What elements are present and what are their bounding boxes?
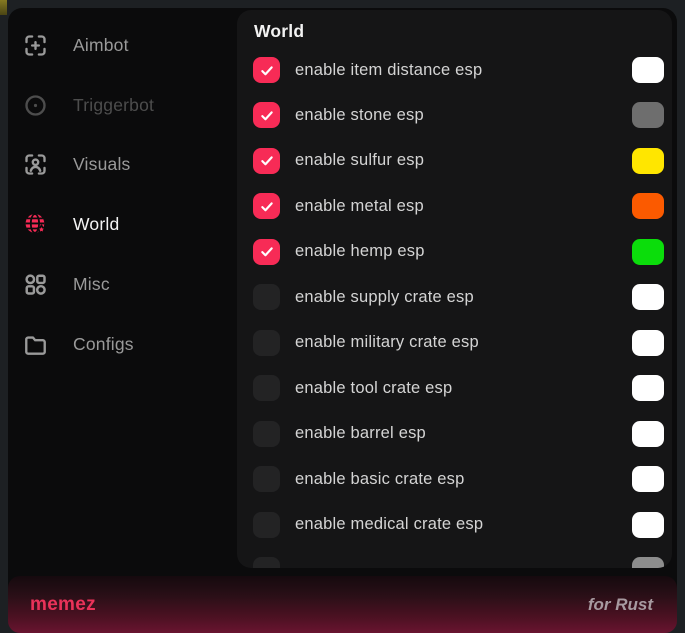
sidebar-item-world[interactable]: World	[22, 206, 222, 242]
page-title: World	[254, 21, 304, 42]
check-icon	[259, 199, 275, 214]
grid-shapes-icon	[22, 271, 49, 298]
checkbox-checked[interactable]	[253, 239, 280, 265]
checkbox-unchecked[interactable]	[253, 284, 280, 310]
option-label: enable basic crate esp	[295, 470, 465, 489]
option-row	[253, 548, 664, 568]
sidebar-item-label: World	[73, 214, 119, 235]
color-swatch[interactable]	[632, 284, 664, 310]
footer-bar: memez for Rust	[8, 576, 677, 633]
sidebar-item-label: Misc	[73, 274, 110, 295]
color-swatch[interactable]	[632, 330, 664, 356]
color-swatch[interactable]	[632, 239, 664, 265]
option-row: enable hemp esp	[253, 230, 664, 274]
color-swatch[interactable]	[632, 102, 664, 128]
option-row: enable tool crate esp	[253, 366, 664, 410]
checkbox-unchecked[interactable]	[253, 330, 280, 356]
option-row: enable supply crate esp	[253, 275, 664, 319]
option-label: enable supply crate esp	[295, 288, 474, 307]
check-icon	[259, 108, 275, 123]
option-label: enable medical crate esp	[295, 515, 483, 534]
option-label: enable sulfur esp	[295, 151, 424, 170]
cheat-menu-window: AimbotTriggerbotVisualsWorldMiscConfigs …	[8, 8, 677, 633]
world-settings-scroll-area[interactable]: World enable item distance esp enable sto…	[237, 10, 672, 568]
option-row: enable barrel esp	[253, 412, 664, 456]
color-swatch[interactable]	[632, 375, 664, 401]
globe-star-icon	[22, 211, 49, 238]
checkbox-checked[interactable]	[253, 102, 280, 128]
sidebar-item-label: Aimbot	[73, 35, 129, 56]
checkbox-unchecked[interactable]	[253, 512, 280, 538]
color-swatch[interactable]	[632, 421, 664, 447]
person-scan-icon	[22, 151, 49, 178]
option-row: enable sulfur esp	[253, 139, 664, 183]
sidebar-item-aimbot[interactable]: Aimbot	[22, 27, 222, 63]
option-row: enable item distance esp	[253, 48, 664, 92]
checkbox-checked[interactable]	[253, 193, 280, 219]
sidebar-item-label: Configs	[73, 334, 134, 355]
checkbox-unchecked[interactable]	[253, 466, 280, 492]
option-row: enable medical crate esp	[253, 503, 664, 547]
checkbox-unchecked[interactable]	[253, 375, 280, 401]
brand-label: memez	[30, 594, 96, 616]
option-row: enable metal esp	[253, 184, 664, 228]
check-icon	[259, 153, 275, 168]
option-row: enable basic crate esp	[253, 457, 664, 501]
color-swatch[interactable]	[632, 557, 664, 568]
option-label: enable item distance esp	[295, 61, 482, 80]
option-label: enable tool crate esp	[295, 379, 452, 398]
sidebar-item-triggerbot[interactable]: Triggerbot	[22, 87, 222, 123]
color-swatch[interactable]	[632, 57, 664, 83]
sidebar-item-label: Triggerbot	[73, 95, 154, 116]
option-label: enable stone esp	[295, 106, 424, 125]
color-swatch[interactable]	[632, 193, 664, 219]
checkbox-checked[interactable]	[253, 57, 280, 83]
trigger-circle-icon	[22, 92, 49, 119]
sidebar-item-misc[interactable]: Misc	[22, 266, 222, 302]
checkbox-unchecked[interactable]	[253, 557, 280, 568]
option-row: enable stone esp	[253, 93, 664, 137]
option-label: enable barrel esp	[295, 424, 426, 443]
checkbox-unchecked[interactable]	[253, 421, 280, 447]
sidebar-item-configs[interactable]: Configs	[22, 326, 222, 362]
color-swatch[interactable]	[632, 466, 664, 492]
color-swatch[interactable]	[632, 148, 664, 174]
option-label: enable hemp esp	[295, 242, 425, 261]
sidebar-item-visuals[interactable]: Visuals	[22, 146, 222, 182]
color-swatch[interactable]	[632, 512, 664, 538]
option-label: enable military crate esp	[295, 333, 479, 352]
folder-icon	[22, 331, 49, 358]
checkbox-checked[interactable]	[253, 148, 280, 174]
brand-suffix-label: for Rust	[588, 595, 653, 615]
option-label: enable metal esp	[295, 197, 424, 216]
sidebar-item-label: Visuals	[73, 154, 131, 175]
background-game-fragment	[0, 0, 7, 15]
sidebar: Aimbot Triggerbot Visuals World Misc Configs	[8, 8, 237, 568]
option-row: enable military crate esp	[253, 321, 664, 365]
scan-plus-icon	[22, 32, 49, 59]
check-icon	[259, 244, 275, 259]
check-icon	[259, 63, 275, 78]
